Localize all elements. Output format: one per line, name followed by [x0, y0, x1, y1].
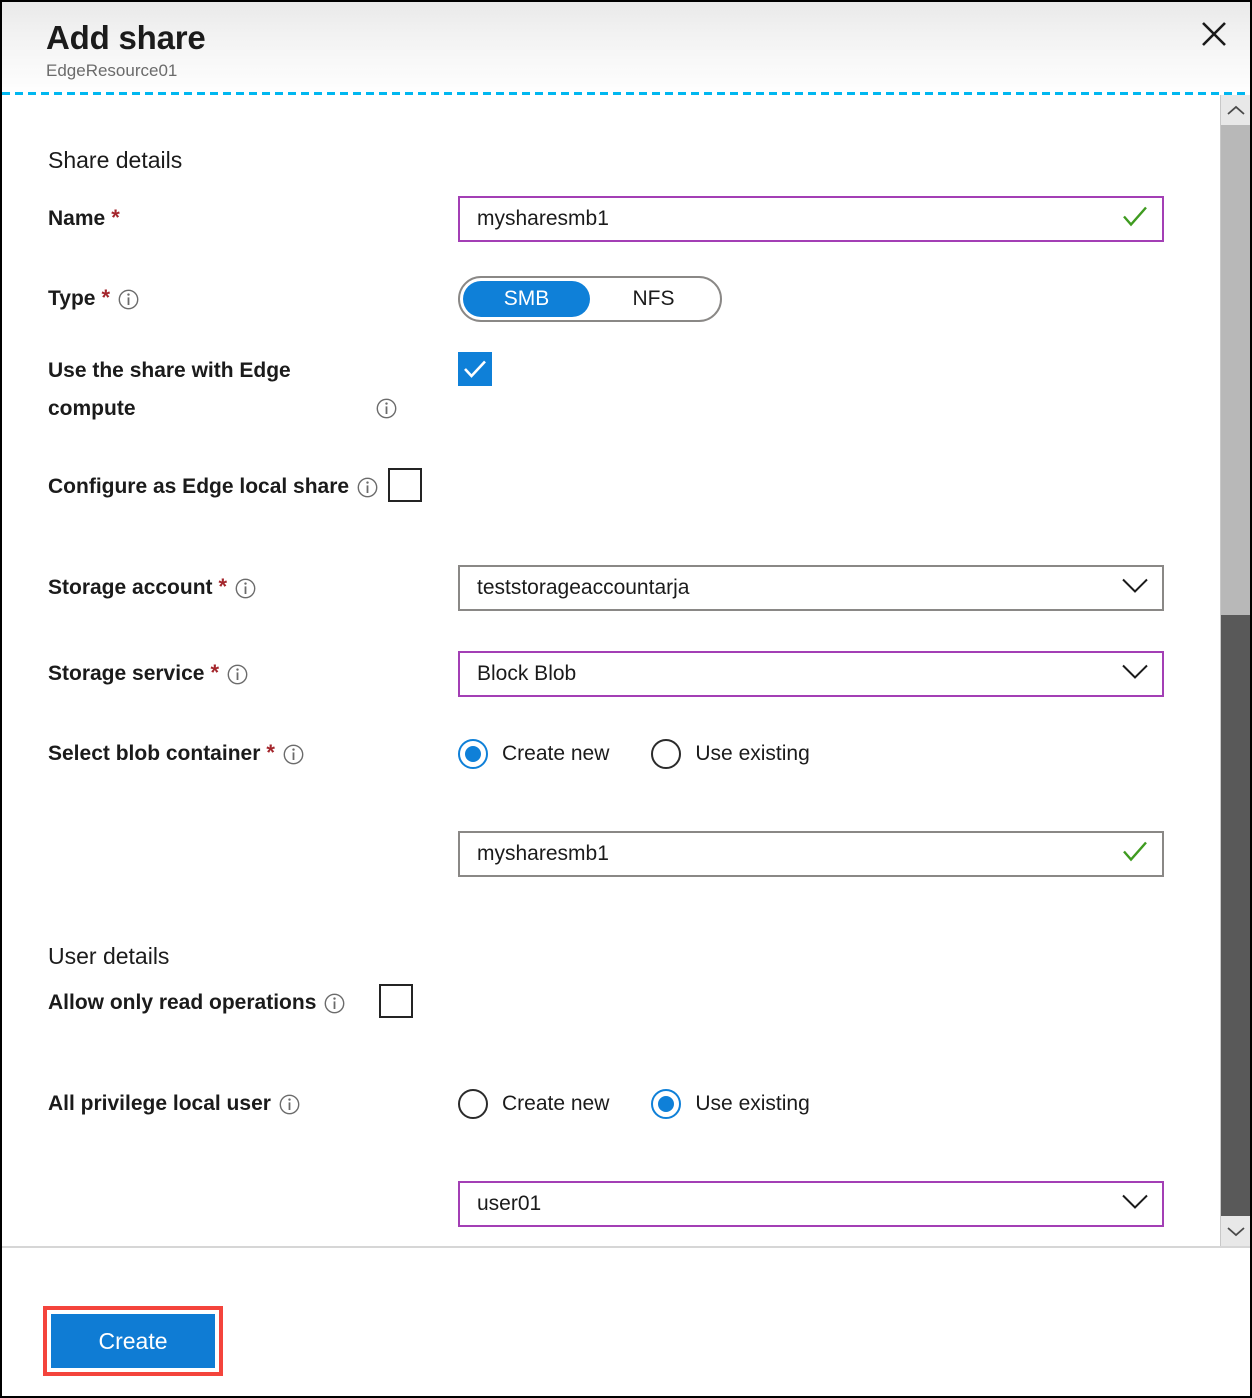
info-icon[interactable] [227, 664, 248, 685]
info-icon[interactable] [324, 993, 345, 1014]
privilege-user-radio-group: Create new Use existing [458, 1081, 1220, 1127]
control-privilege-user: Create new Use existing user01 [458, 1081, 1220, 1227]
radio-button[interactable] [458, 1089, 488, 1119]
section-heading-user-details: User details [48, 943, 1220, 970]
info-icon[interactable] [118, 289, 139, 310]
privilege-user-option-create-new[interactable]: Create new [458, 1089, 609, 1119]
chevron-down-icon [1121, 1193, 1149, 1216]
blob-container-name-box[interactable] [458, 831, 1164, 877]
storage-service-select[interactable]: Block Blob [458, 651, 1164, 697]
radio-button[interactable] [458, 739, 488, 769]
control-edge-compute [458, 348, 1220, 386]
edge-compute-checkbox[interactable] [458, 352, 492, 386]
close-icon[interactable] [1192, 12, 1236, 56]
privilege-user-select[interactable]: user01 [458, 1181, 1164, 1227]
info-icon[interactable] [357, 477, 378, 498]
name-input-box[interactable] [458, 196, 1164, 242]
dialog-footer: Create [2, 1248, 1250, 1396]
field-row-type: Type * SMB NFS [48, 276, 1220, 322]
control-edge-local-share [388, 468, 422, 507]
required-marker: * [101, 284, 110, 312]
label-edge-compute-text: Use the share with Edge compute [48, 352, 368, 428]
privilege-user-option-use-existing[interactable]: Use existing [651, 1089, 809, 1119]
field-row-edge-local-share: Configure as Edge local share [48, 468, 1220, 507]
blob-container-option-use-existing[interactable]: Use existing [651, 739, 809, 769]
radio-button[interactable] [651, 1089, 681, 1119]
field-row-edge-compute: Use the share with Edge compute [48, 348, 1220, 428]
section-heading-share-details: Share details [48, 147, 1220, 174]
label-privilege-user-text: All privilege local user [48, 1089, 271, 1119]
scroll-down-button[interactable] [1221, 1216, 1250, 1246]
label-edge-local-share-text: Configure as Edge local share [48, 470, 349, 504]
create-button[interactable]: Create [51, 1314, 215, 1368]
control-storage-service: Block Blob [458, 651, 1220, 697]
blob-container-name-input[interactable] [460, 833, 1162, 875]
required-marker: * [210, 659, 219, 687]
scroll-up-button[interactable] [1221, 95, 1250, 125]
type-option-nfs[interactable]: NFS [590, 281, 717, 317]
label-read-only: Allow only read operations [48, 984, 345, 1020]
vertical-scrollbar[interactable] [1220, 95, 1250, 1246]
dialog-body: Share details Name * [2, 95, 1250, 1246]
control-storage-account: teststorageaccountarja [458, 565, 1220, 611]
dialog-subtitle: EdgeResource01 [46, 60, 1250, 82]
required-marker: * [111, 204, 120, 232]
radio-label: Create new [502, 742, 609, 766]
field-row-blob-container: Select blob container * Cr [48, 731, 1220, 877]
info-icon[interactable] [376, 398, 397, 419]
scrollbar-thumb[interactable] [1221, 125, 1250, 615]
radio-button[interactable] [651, 739, 681, 769]
info-icon[interactable] [279, 1094, 300, 1115]
read-only-checkbox[interactable] [379, 984, 413, 1018]
control-name [458, 196, 1220, 242]
label-privilege-user: All privilege local user [48, 1081, 458, 1119]
label-blob-container: Select blob container * [48, 731, 458, 769]
type-toggle-group[interactable]: SMB NFS [458, 276, 722, 322]
share-name-input[interactable] [460, 198, 1162, 240]
control-read-only [379, 984, 413, 1023]
add-share-dialog: Add share EdgeResource01 Share details N… [0, 0, 1252, 1398]
required-marker: * [266, 739, 275, 767]
label-storage-service-text: Storage service [48, 659, 204, 689]
control-blob-container: Create new Use existing [458, 731, 1220, 877]
label-storage-service: Storage service * [48, 651, 458, 689]
required-marker: * [219, 573, 228, 601]
form-scroll-area: Share details Name * [2, 95, 1220, 1246]
label-name-text: Name [48, 204, 105, 234]
privilege-user-value: user01 [460, 1192, 589, 1216]
edge-local-share-checkbox[interactable] [388, 468, 422, 502]
label-edge-local-share: Configure as Edge local share [48, 468, 378, 504]
storage-service-value: Block Blob [460, 662, 624, 686]
field-row-read-only: Allow only read operations [48, 984, 1220, 1023]
field-row-storage-service: Storage service * Block Blob [48, 651, 1220, 697]
dialog-header: Add share EdgeResource01 [2, 2, 1250, 95]
radio-label: Use existing [695, 742, 809, 766]
blob-container-option-create-new[interactable]: Create new [458, 739, 609, 769]
field-row-storage-account: Storage account * teststorageaccountarja [48, 565, 1220, 611]
field-row-privilege-user: All privilege local user Create new [48, 1081, 1220, 1227]
page-title: Add share [46, 18, 1250, 58]
control-type: SMB NFS [458, 276, 1220, 322]
label-blob-container-text: Select blob container [48, 739, 260, 769]
chevron-down-icon [1121, 577, 1149, 600]
label-name: Name * [48, 196, 458, 234]
type-option-smb[interactable]: SMB [463, 281, 590, 317]
radio-label: Create new [502, 1092, 609, 1116]
label-storage-account-text: Storage account [48, 573, 213, 603]
storage-account-select[interactable]: teststorageaccountarja [458, 565, 1164, 611]
create-button-highlight: Create [43, 1306, 223, 1376]
radio-label: Use existing [695, 1092, 809, 1116]
label-type-text: Type [48, 284, 95, 314]
field-row-name: Name * [48, 196, 1220, 242]
info-icon[interactable] [283, 744, 304, 765]
label-type: Type * [48, 276, 458, 314]
storage-account-value: teststorageaccountarja [460, 576, 737, 600]
label-read-only-text: Allow only read operations [48, 986, 316, 1020]
info-icon[interactable] [235, 578, 256, 599]
chevron-down-icon [1121, 663, 1149, 686]
label-storage-account: Storage account * [48, 565, 458, 603]
label-edge-compute: Use the share with Edge compute [48, 348, 458, 428]
blob-container-radio-group: Create new Use existing [458, 731, 1220, 777]
